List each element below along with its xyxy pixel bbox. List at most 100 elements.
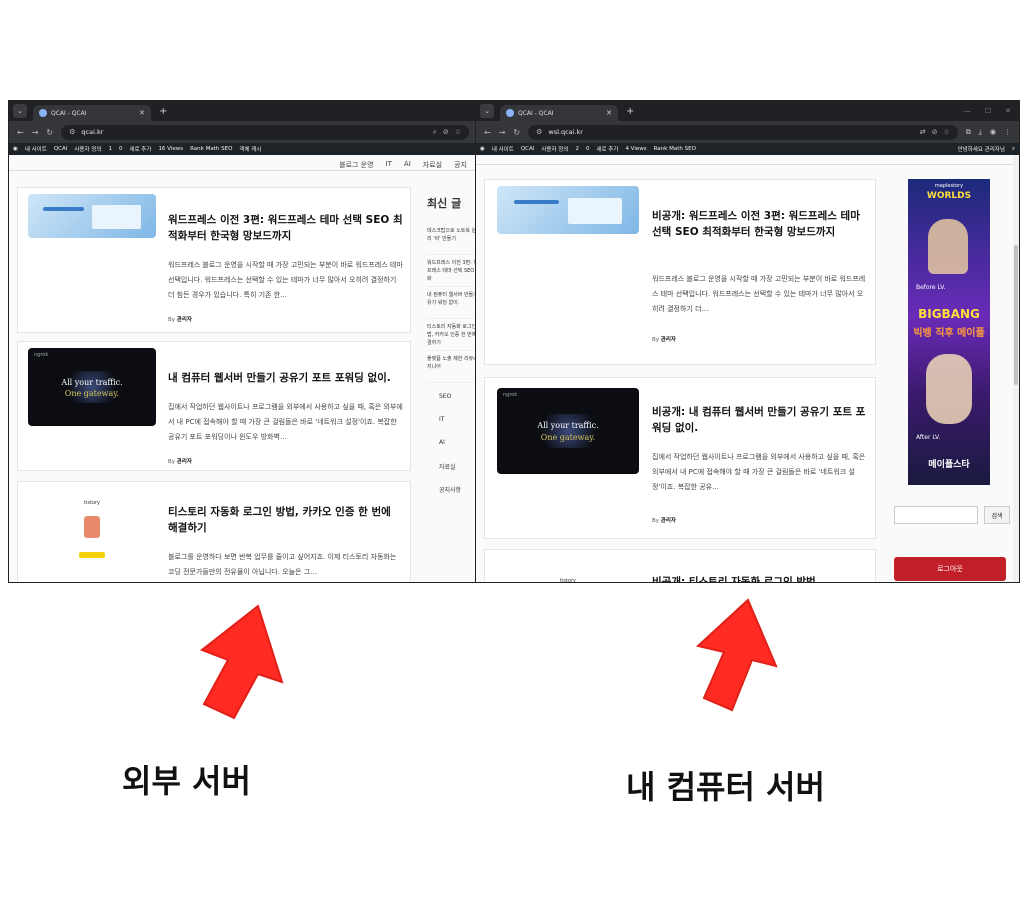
post-thumbnail[interactable] [497, 186, 639, 234]
post-card[interactable]: ngrok All your traffic. One gateway. 비공개… [484, 377, 876, 539]
category-item[interactable]: SEO [427, 393, 477, 416]
post-title[interactable]: 비공개: 티스토리 자동화 로그인 방법, [652, 574, 866, 582]
post-title[interactable]: 티스토리 자동화 로그인 방법, 카카오 인증 한 번에 해결하기 [168, 504, 404, 536]
post-card[interactable]: 비공개: 워드프레스 이전 3편: 워드프레스 테마 선택 SEO 최적화부터 … [484, 179, 876, 365]
close-tab-icon[interactable]: ✕ [139, 109, 145, 117]
admin-bar-customize[interactable]: 사용자 정의 [541, 145, 568, 153]
category-item[interactable]: 공지사항 [427, 485, 477, 508]
admin-bar-rank-math[interactable]: Rank Math SEO [190, 146, 232, 152]
wp-logo-icon[interactable]: ◉ [13, 146, 18, 152]
category-item[interactable]: AI [427, 439, 477, 462]
post-author[interactable]: 관리자 [661, 518, 676, 524]
more-menu-icon[interactable]: ⋮ [1004, 128, 1011, 136]
admin-bar-greeting[interactable]: 안녕하세요 관리자님 [958, 145, 1005, 153]
menu-item-blog[interactable]: 블로그 운영 [339, 160, 373, 170]
menu-item-notice[interactable]: 공지 [454, 160, 467, 170]
admin-bar-views[interactable]: 4 Views [625, 146, 646, 152]
post-title[interactable]: 워드프레스 이전 3편: 워드프레스 테마 선택 SEO 최적화부터 한국형 망… [168, 212, 404, 244]
back-arrow-icon[interactable]: ← [17, 128, 24, 137]
search-input[interactable] [894, 506, 978, 524]
tab-search-chevron-icon[interactable]: ⌄ [480, 104, 494, 118]
wp-logo-icon[interactable]: ◉ [480, 146, 485, 152]
extensions-icon[interactable]: ⧉ [966, 128, 971, 137]
menu-item-archive[interactable]: 자료실 [423, 160, 442, 170]
reload-icon[interactable]: ↻ [46, 128, 53, 137]
browser-tab[interactable]: QCAI - QCAI ✕ [33, 105, 151, 121]
post-thumbnail[interactable]: tistory [497, 558, 639, 582]
widget-title: 최신 글 [427, 197, 462, 210]
forward-arrow-icon[interactable]: → [32, 128, 39, 137]
post-thumbnail[interactable] [28, 194, 156, 238]
post-card[interactable]: 워드프레스 이전 3편: 워드프레스 테마 선택 SEO 최적화부터 한국형 망… [17, 187, 411, 333]
category-item[interactable]: 자료실 [427, 462, 477, 485]
category-item[interactable]: IT [427, 416, 477, 439]
bookmark-star-icon[interactable]: ☆ [944, 128, 950, 136]
recent-post-link[interactable]: 워드프레스 이전 3편: 워드프레스 테마 선택 SEO 최적화 [427, 255, 477, 287]
post-author[interactable]: 관리자 [177, 459, 192, 465]
admin-bar-rank-math[interactable]: Rank Math SEO [654, 146, 696, 152]
post-card[interactable]: tistory 비공개: 티스토리 자동화 로그인 방법, [484, 549, 876, 582]
bookmark-star-icon[interactable]: ☆ [455, 128, 461, 136]
back-arrow-icon[interactable]: ← [484, 128, 491, 137]
close-window-icon[interactable]: ✕ [1005, 107, 1011, 115]
post-title[interactable]: 비공개: 내 컴퓨터 웹서버 만들기 공유기 포트 포워딩 없이. [652, 404, 866, 436]
hide-icon[interactable]: ⊘ [443, 128, 449, 136]
reload-icon[interactable]: ↻ [513, 128, 520, 137]
recent-post-link[interactable]: 데스크탑으로 노트북 원격 관리 '비' 만들기 [427, 223, 477, 255]
scrollbar[interactable] [1013, 155, 1019, 582]
profile-icon[interactable]: ◉ [990, 128, 996, 136]
minimize-icon[interactable]: — [964, 107, 971, 115]
admin-bar-my-sites[interactable]: 내 사이트 [492, 145, 514, 153]
admin-bar-new[interactable]: 새로 추가 [129, 145, 151, 153]
maximize-icon[interactable]: ☐ [985, 107, 991, 115]
search-button[interactable]: 검색 [984, 506, 1010, 524]
search-icon[interactable]: ⌕ [1012, 146, 1015, 153]
advertisement-banner[interactable]: maplestory WORLDS Before LV. BIGBANG 빅뱅 … [908, 179, 990, 485]
admin-bar-comments[interactable]: 0 [119, 146, 123, 152]
browser-tab[interactable]: QCAI - QCAI ✕ [500, 105, 618, 121]
translate-icon[interactable]: ⇄ [920, 128, 926, 136]
post-thumbnail[interactable]: tistory [28, 490, 156, 576]
download-icon[interactable]: ⤓ [979, 128, 982, 137]
new-tab-plus-icon[interactable]: + [626, 106, 634, 117]
admin-bar-comments[interactable]: 0 [586, 146, 590, 152]
post-author[interactable]: 관리자 [661, 337, 676, 343]
post-card[interactable]: tistory 티스토리 자동화 로그인 방법, 카카오 인증 한 번에 해결하… [17, 481, 411, 582]
zoom-icon[interactable]: ⌕ [433, 128, 437, 137]
admin-bar-new[interactable]: 새로 추가 [596, 145, 618, 153]
tab-search-chevron-icon[interactable]: ⌄ [13, 104, 27, 118]
admin-bar-my-sites[interactable]: 내 사이트 [25, 145, 47, 153]
admin-bar-site-name[interactable]: QCAI [521, 146, 535, 152]
forward-arrow-icon[interactable]: → [499, 128, 506, 137]
post-title[interactable]: 비공개: 워드프레스 이전 3편: 워드프레스 테마 선택 SEO 최적화부터 … [652, 208, 866, 240]
menu-item-ai[interactable]: AI [404, 160, 411, 170]
admin-bar-object-cache[interactable]: 객체 캐시 [239, 145, 261, 153]
address-bar[interactable]: ⚙ qcai.kr ⌕ ⊘ ☆ [61, 124, 469, 140]
post-card[interactable]: ngrok All your traffic. One gateway. 내 컴… [17, 341, 411, 471]
admin-bar-customize[interactable]: 사용자 정의 [74, 145, 101, 153]
admin-bar-site-name[interactable]: QCAI [54, 146, 68, 152]
recent-post-link[interactable]: 플랫폼 노출 제한 리뷰스 엔지니어 [427, 351, 477, 383]
post-title[interactable]: 내 컴퓨터 웹서버 만들기 공유기 포트 포워딩 없이. [168, 370, 404, 386]
close-tab-icon[interactable]: ✕ [606, 109, 612, 117]
recent-post-link[interactable]: 티스토리 자동화 로그인 방법, 카카오 인증 한 번에 해결하기 [427, 319, 477, 351]
ad-bottom-logo: 메이플스타 [928, 460, 970, 470]
recent-post-link[interactable]: 내 컴퓨터 웹서버 만들기 공유기 워딩 없이. [427, 287, 477, 319]
admin-bar-views[interactable]: 16 Views [158, 146, 183, 152]
post-thumbnail[interactable]: ngrok All your traffic. One gateway. [28, 348, 156, 426]
address-bar[interactable]: ⚙ wsl.qcai.kr ⇄ ⊘ ☆ [528, 124, 958, 140]
admin-bar-updates[interactable]: 1 [108, 146, 112, 152]
post-thumbnail[interactable]: ngrok All your traffic. One gateway. [497, 388, 639, 474]
category-list: SEO IT AI 자료실 공지사항 [427, 393, 477, 508]
new-tab-plus-icon[interactable]: + [159, 106, 167, 117]
site-info-icon[interactable]: ⚙ [536, 128, 542, 136]
post-author[interactable]: 관리자 [177, 317, 192, 323]
admin-bar-updates[interactable]: 2 [575, 146, 579, 152]
hide-icon[interactable]: ⊘ [932, 128, 938, 136]
ad-logo: BIGBANG [918, 307, 980, 321]
site-info-icon[interactable]: ⚙ [69, 128, 75, 136]
tab-title: QCAI - QCAI [518, 109, 554, 117]
logout-button[interactable]: 로그아웃 [894, 557, 1006, 581]
thumb-headline-2: One gateway. [64, 388, 120, 398]
menu-item-it[interactable]: IT [386, 160, 392, 170]
